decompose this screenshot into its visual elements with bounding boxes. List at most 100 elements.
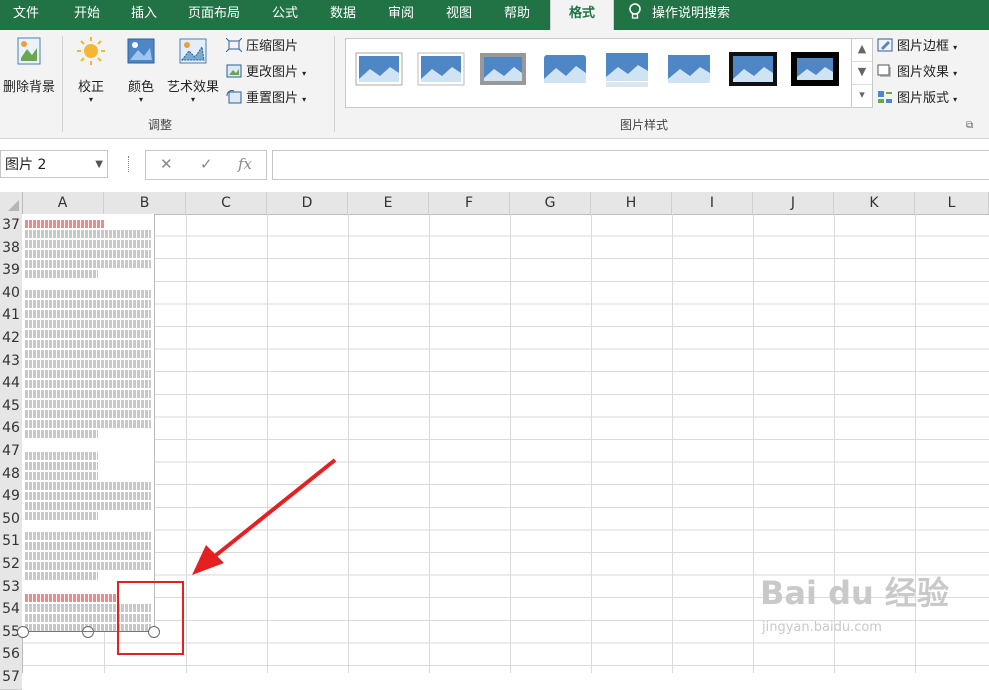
picture-style-thumb[interactable]	[664, 49, 714, 89]
ribbon-tab-bar: 文件 开始 插入 页面布局 公式 数据 审阅 视图 帮助 格式 操作说明搜索	[0, 0, 989, 30]
resize-handle-bottom-left[interactable]	[17, 626, 29, 638]
splitter-handle[interactable]	[128, 156, 132, 172]
column-header[interactable]: L	[915, 192, 989, 214]
tab-file[interactable]: 文件	[0, 0, 52, 30]
row-header[interactable]: 39	[0, 259, 22, 284]
row-header[interactable]: 45	[0, 394, 22, 419]
ribbon-format: 删除背景 校正 ▾ 颜色 ▾ 艺术效果 ▾ 压缩图片 更改图片 ▾ 重置图片 ▾…	[0, 30, 989, 139]
select-all-corner[interactable]	[0, 192, 23, 214]
picture-layout-button[interactable]: 图片版式 ▾	[877, 89, 957, 109]
text-line	[25, 360, 151, 368]
row-header[interactable]: 56	[0, 643, 22, 668]
text-line	[25, 240, 151, 248]
tab-format[interactable]: 格式	[550, 0, 614, 30]
row-header[interactable]: 47	[0, 440, 22, 464]
picture-style-thumb[interactable]	[728, 49, 778, 89]
text-line	[25, 532, 151, 540]
insert-function-icon[interactable]: fx	[238, 155, 252, 173]
tab-review[interactable]: 审阅	[372, 0, 430, 30]
row-header[interactable]: 54	[0, 598, 22, 623]
text-line	[25, 512, 98, 520]
cancel-icon[interactable]: ✕	[160, 155, 173, 173]
column-header[interactable]: J	[753, 192, 834, 214]
tab-view[interactable]: 视图	[430, 0, 488, 30]
column-header[interactable]: C	[186, 192, 267, 214]
column-header[interactable]: H	[591, 192, 672, 214]
row-header[interactable]: 42	[0, 327, 22, 351]
reset-picture-button[interactable]: 重置图片 ▾	[226, 89, 306, 109]
row-header[interactable]: 41	[0, 304, 22, 329]
column-header[interactable]: F	[429, 192, 510, 214]
chevron-down-icon[interactable]: ▼	[852, 62, 872, 85]
column-header[interactable]: K	[834, 192, 915, 214]
row-header[interactable]: 49	[0, 485, 22, 510]
compress-label: 压缩图片	[246, 39, 299, 54]
row-header[interactable]: 38	[0, 236, 22, 261]
chevron-up-icon[interactable]: ▲	[852, 39, 872, 62]
picture-border-label: 图片边框	[897, 39, 950, 54]
chevron-down-icon: ▾	[88, 95, 93, 104]
row-header[interactable]: 37	[0, 214, 22, 238]
remove-background-button[interactable]: 删除背景	[0, 36, 58, 95]
artistic-effects-button[interactable]: 艺术效果 ▾	[164, 36, 222, 104]
picture-style-thumb[interactable]	[540, 49, 590, 89]
tab-insert[interactable]: 插入	[116, 0, 172, 30]
text-line	[25, 270, 98, 278]
chevron-down-icon: ▾	[138, 95, 143, 104]
tab-page-layout[interactable]: 页面布局	[172, 0, 256, 30]
dialog-launcher-icon[interactable]: ⧉	[966, 120, 973, 131]
grid-line	[186, 214, 187, 673]
column-header[interactable]: I	[672, 192, 753, 214]
tab-home[interactable]: 开始	[58, 0, 116, 30]
artistic-effects-label: 艺术效果	[166, 80, 219, 95]
formula-input[interactable]	[272, 150, 989, 180]
picture-style-thumb[interactable]	[416, 49, 466, 89]
picture-style-thumb[interactable]	[354, 49, 404, 89]
picture-style-thumb[interactable]	[478, 49, 528, 89]
resize-handle-bottom[interactable]	[82, 626, 94, 638]
change-picture-button[interactable]: 更改图片 ▾	[226, 63, 306, 83]
chevron-down-icon[interactable]: ▼	[95, 151, 103, 179]
row-header[interactable]: 53	[0, 575, 22, 600]
row-header[interactable]: 46	[0, 417, 22, 442]
picture-effects-button[interactable]: 图片效果 ▾	[877, 63, 957, 83]
tab-help[interactable]: 帮助	[488, 0, 546, 30]
column-header[interactable]: E	[348, 192, 429, 214]
column-headers: A B C D E F G H I J K L	[0, 192, 989, 215]
tab-formulas[interactable]: 公式	[256, 0, 314, 30]
column-header[interactable]: D	[267, 192, 348, 214]
corrections-button[interactable]: 校正 ▾	[68, 36, 114, 104]
compress-pictures-button[interactable]: 压缩图片	[226, 37, 298, 57]
row-header[interactable]: 43	[0, 349, 22, 374]
gallery-more-icon[interactable]: ▾	[852, 85, 872, 107]
color-button[interactable]: 颜色 ▾	[118, 36, 164, 104]
enter-icon[interactable]: ✓	[200, 155, 213, 173]
row-header[interactable]: 40	[0, 281, 22, 306]
column-header[interactable]: G	[510, 192, 591, 214]
row-header[interactable]: 57	[0, 666, 22, 690]
row-header[interactable]: 50	[0, 507, 22, 532]
text-line	[25, 340, 151, 348]
picture-style-thumb[interactable]	[790, 49, 840, 89]
watermark-brand: Bai du 经验	[760, 574, 949, 612]
corrections-label: 校正	[77, 80, 104, 95]
row-header[interactable]: 48	[0, 462, 22, 487]
column-header[interactable]: B	[104, 192, 186, 214]
picture-styles-group-label: 图片样式	[620, 118, 669, 132]
inserted-picture[interactable]	[22, 214, 155, 632]
text-line	[25, 452, 98, 460]
row-header[interactable]: 52	[0, 553, 22, 577]
row-header[interactable]: 51	[0, 530, 22, 555]
grid-line	[510, 214, 511, 673]
tab-data[interactable]: 数据	[314, 0, 372, 30]
tell-me-label: 操作说明搜索	[652, 6, 731, 21]
name-box[interactable]: 图片 2 ▼	[0, 150, 108, 178]
chevron-down-icon: ▾	[190, 95, 195, 104]
row-header[interactable]: 44	[0, 372, 22, 397]
tell-me-search[interactable]: 操作说明搜索	[628, 0, 788, 30]
text-line	[25, 380, 151, 388]
column-header[interactable]: A	[22, 192, 104, 214]
color-picture-icon	[127, 38, 155, 64]
picture-style-thumb[interactable]	[602, 49, 652, 89]
picture-border-button[interactable]: 图片边框 ▾	[877, 37, 957, 57]
